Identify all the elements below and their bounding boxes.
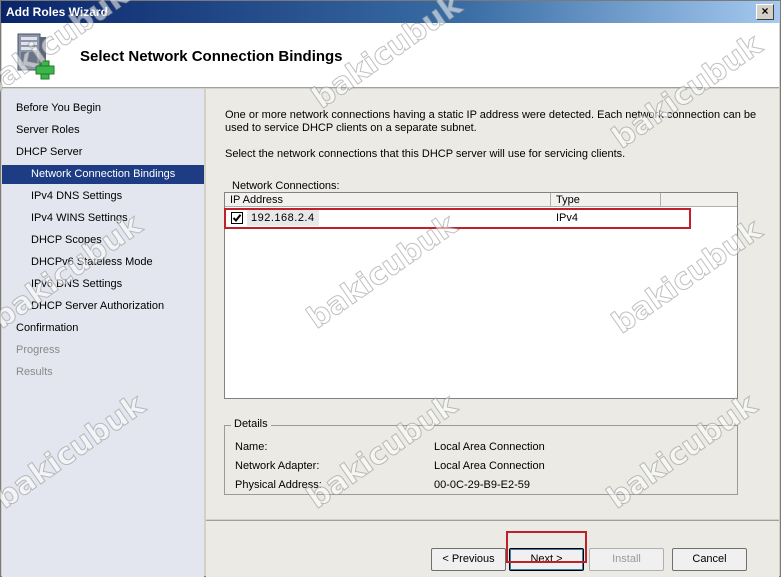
- close-icon: ×: [761, 4, 769, 18]
- nav-item-results: Results: [16, 366, 53, 378]
- network-connections-label: Network Connections:: [232, 180, 340, 192]
- highlight-box-connection: [224, 208, 691, 229]
- nav-item-ipv6-dns-settings[interactable]: IPv6 DNS Settings: [2, 275, 204, 294]
- nav-item-dhcp-server-authorization[interactable]: DHCP Server Authorization: [2, 297, 204, 316]
- wizard-nav: Before You Begin Server Roles DHCP Serve…: [2, 89, 204, 577]
- nav-item-dhcp-server[interactable]: DHCP Server: [2, 143, 204, 162]
- nav-item-confirmation[interactable]: Confirmation: [2, 319, 204, 338]
- nav-item-ipv4-dns-settings[interactable]: IPv4 DNS Settings: [2, 187, 204, 206]
- list-header: IP Address Type: [225, 193, 737, 207]
- column-header-ip-address[interactable]: IP Address: [225, 193, 551, 207]
- nav-item-dhcpv6-stateless-mode[interactable]: DHCPv6 Stateless Mode: [2, 253, 204, 272]
- close-button[interactable]: ×: [756, 4, 774, 20]
- detail-name-value: Local Area Connection: [434, 441, 545, 453]
- server-add-icon: [17, 33, 55, 80]
- detail-adapter-label: Network Adapter:: [235, 460, 320, 472]
- wizard-window: Add Roles Wizard × Select Network Connec…: [0, 0, 781, 577]
- install-button: Install: [589, 548, 664, 571]
- details-legend: Details: [231, 418, 271, 430]
- button-bar: < Previous Next > Install Cancel: [206, 520, 779, 577]
- page-title: Select Network Connection Bindings: [80, 48, 343, 65]
- wizard-header: Select Network Connection Bindings: [2, 23, 779, 88]
- nav-item-network-connection-bindings[interactable]: Network Connection Bindings: [2, 165, 204, 184]
- nav-item-ipv4-wins-settings[interactable]: IPv4 WINS Settings: [2, 209, 204, 228]
- detail-name-label: Name:: [235, 441, 268, 453]
- detail-address-label: Physical Address:: [235, 479, 322, 491]
- detail-adapter-value: Local Area Connection: [434, 460, 545, 472]
- window-title: Add Roles Wizard: [6, 5, 108, 19]
- nav-item-before-you-begin[interactable]: Before You Begin: [2, 99, 204, 118]
- cancel-button[interactable]: Cancel: [672, 548, 747, 571]
- content-pane: One or more network connections having a…: [206, 89, 779, 519]
- column-header-type[interactable]: Type: [551, 193, 661, 207]
- nav-item-progress: Progress: [16, 344, 61, 356]
- previous-button[interactable]: < Previous: [431, 548, 506, 571]
- description-text: One or more network connections having a…: [225, 109, 757, 134]
- nav-item-server-roles[interactable]: Server Roles: [2, 121, 204, 140]
- title-bar[interactable]: Add Roles Wizard ×: [1, 1, 780, 23]
- detail-address-value: 00-0C-29-B9-E2-59: [434, 479, 530, 491]
- instruction-text: Select the network connections that this…: [225, 148, 626, 160]
- highlight-box-next: [506, 531, 587, 563]
- nav-item-dhcp-scopes[interactable]: DHCP Scopes: [2, 231, 204, 250]
- details-group: Details Name: Local Area Connection Netw…: [224, 418, 738, 495]
